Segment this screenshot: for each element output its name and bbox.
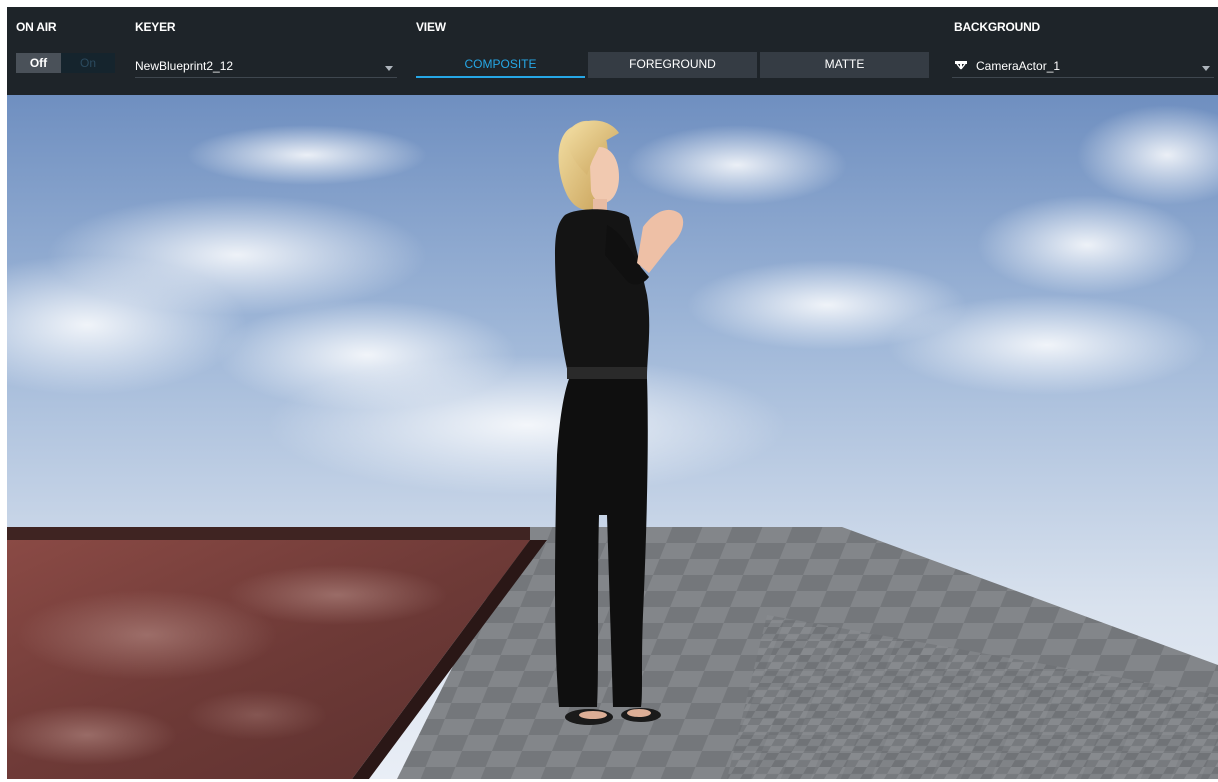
chevron-down-icon [385, 66, 393, 71]
on-air-on-button[interactable]: On [61, 53, 115, 73]
composure-window: ON AIR Off On KEYER NewBlueprint2_12 VIE… [7, 7, 1218, 779]
keyer-label: KEYER [135, 20, 176, 34]
tab-composite[interactable]: COMPOSITE [416, 52, 585, 78]
background-dropdown[interactable]: CameraActor_1 [952, 55, 1214, 78]
view-label: VIEW [416, 20, 446, 34]
composite-scene [7, 95, 1218, 779]
view-tabs: COMPOSITE FOREGROUND MATTE [416, 52, 929, 78]
tab-foreground[interactable]: FOREGROUND [588, 52, 757, 78]
camera-icon [955, 61, 967, 70]
toolbar: ON AIR Off On KEYER NewBlueprint2_12 VIE… [7, 7, 1218, 95]
on-air-label: ON AIR [16, 20, 57, 34]
background-dropdown-value: CameraActor_1 [976, 59, 1061, 73]
keyer-dropdown[interactable]: NewBlueprint2_12 [135, 55, 397, 78]
tab-matte[interactable]: MATTE [760, 52, 929, 78]
background-label: BACKGROUND [954, 20, 1040, 34]
keyer-dropdown-value: NewBlueprint2_12 [135, 59, 234, 73]
on-air-toggle[interactable]: Off On [16, 53, 115, 73]
chevron-down-icon [1202, 66, 1210, 71]
composite-viewport[interactable] [7, 95, 1218, 779]
on-air-off-button[interactable]: Off [16, 53, 61, 73]
